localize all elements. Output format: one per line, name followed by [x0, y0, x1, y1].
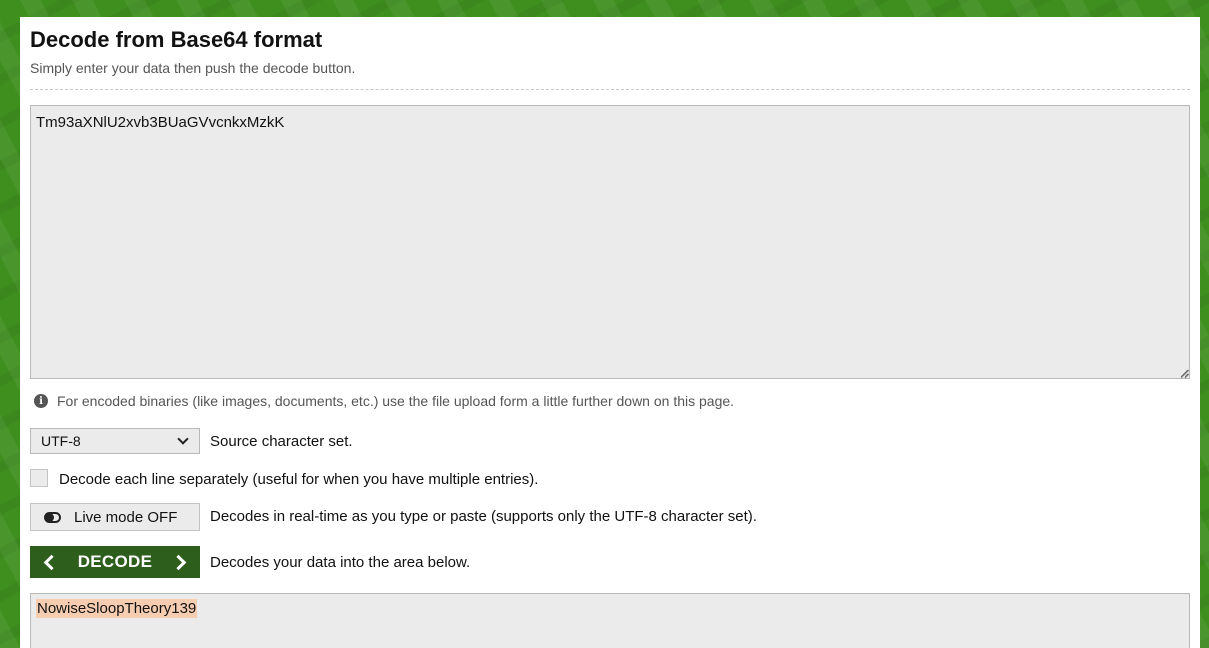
divider — [30, 89, 1190, 90]
charset-select[interactable]: UTF-8 — [30, 428, 200, 454]
decoded-output[interactable]: NowiseSloopTheory139 — [30, 593, 1190, 648]
charset-label: Source character set. — [210, 433, 353, 450]
page-title: Decode from Base64 format — [30, 27, 323, 52]
decode-lines-separately-checkbox[interactable] — [30, 469, 48, 487]
toggle-off-icon — [44, 511, 61, 523]
chevron-left-icon — [43, 554, 60, 570]
resize-handle[interactable] — [1181, 370, 1189, 378]
live-mode-description: Decodes in real-time as you type or past… — [210, 508, 757, 525]
decode-button-label: DECODE — [77, 552, 153, 571]
decode-button[interactable]: DECODE — [30, 546, 200, 578]
decode-panel: Decode from Base64 format Simply enter y… — [20, 17, 1200, 648]
info-icon: i — [34, 394, 48, 408]
decode-lines-separately-label[interactable]: Decode each line separately (useful for … — [59, 471, 538, 488]
decode-description: Decodes your data into the area below. — [210, 554, 471, 571]
binary-upload-hint-text: For encoded binaries (like images, docum… — [57, 393, 735, 409]
chevron-down-icon — [177, 433, 189, 445]
live-mode-button[interactable]: Live mode OFF — [30, 503, 200, 531]
decoded-output-text: NowiseSloopTheory139 — [36, 599, 198, 618]
live-mode-button-label: Live mode OFF — [74, 508, 178, 526]
page-subtitle: Simply enter your data then push the dec… — [30, 60, 356, 76]
base64-input[interactable]: Tm93aXNlU2xvb3BUaGVvcnkxMzkK — [30, 105, 1190, 379]
charset-selected-value: UTF-8 — [41, 433, 81, 449]
chevron-right-icon — [170, 554, 187, 570]
binary-upload-hint: i For encoded binaries (like images, doc… — [34, 393, 734, 409]
